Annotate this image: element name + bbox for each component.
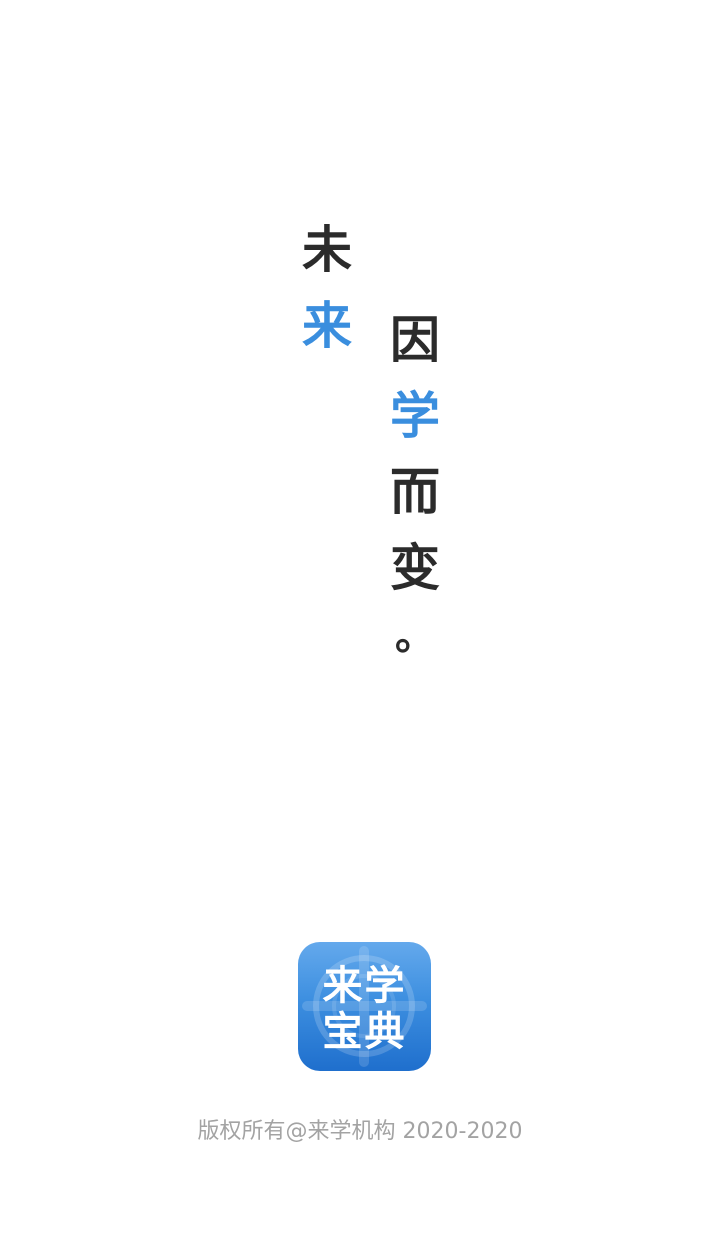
slogan-left-column: 未 来 — [298, 212, 356, 364]
slogan-char-xue: 学 — [390, 386, 440, 445]
slogan-char-er: 而 — [390, 462, 440, 521]
slogan-char-lai: 来 — [302, 296, 352, 355]
slogan-right-column: 因 学 而 变 。 — [386, 302, 444, 666]
copyright-text: 版权所有@来学机构 2020-2020 — [197, 1119, 523, 1144]
slogan-char-wei: 未 — [302, 220, 352, 279]
logo-text-line1: 来学 — [322, 963, 407, 1009]
slogan-char-bian: 变 — [390, 538, 440, 597]
slogan-char-period: 。 — [395, 612, 435, 659]
slogan-char-yin: 因 — [390, 310, 440, 369]
logo-text-line2: 宝典 — [322, 1009, 407, 1055]
